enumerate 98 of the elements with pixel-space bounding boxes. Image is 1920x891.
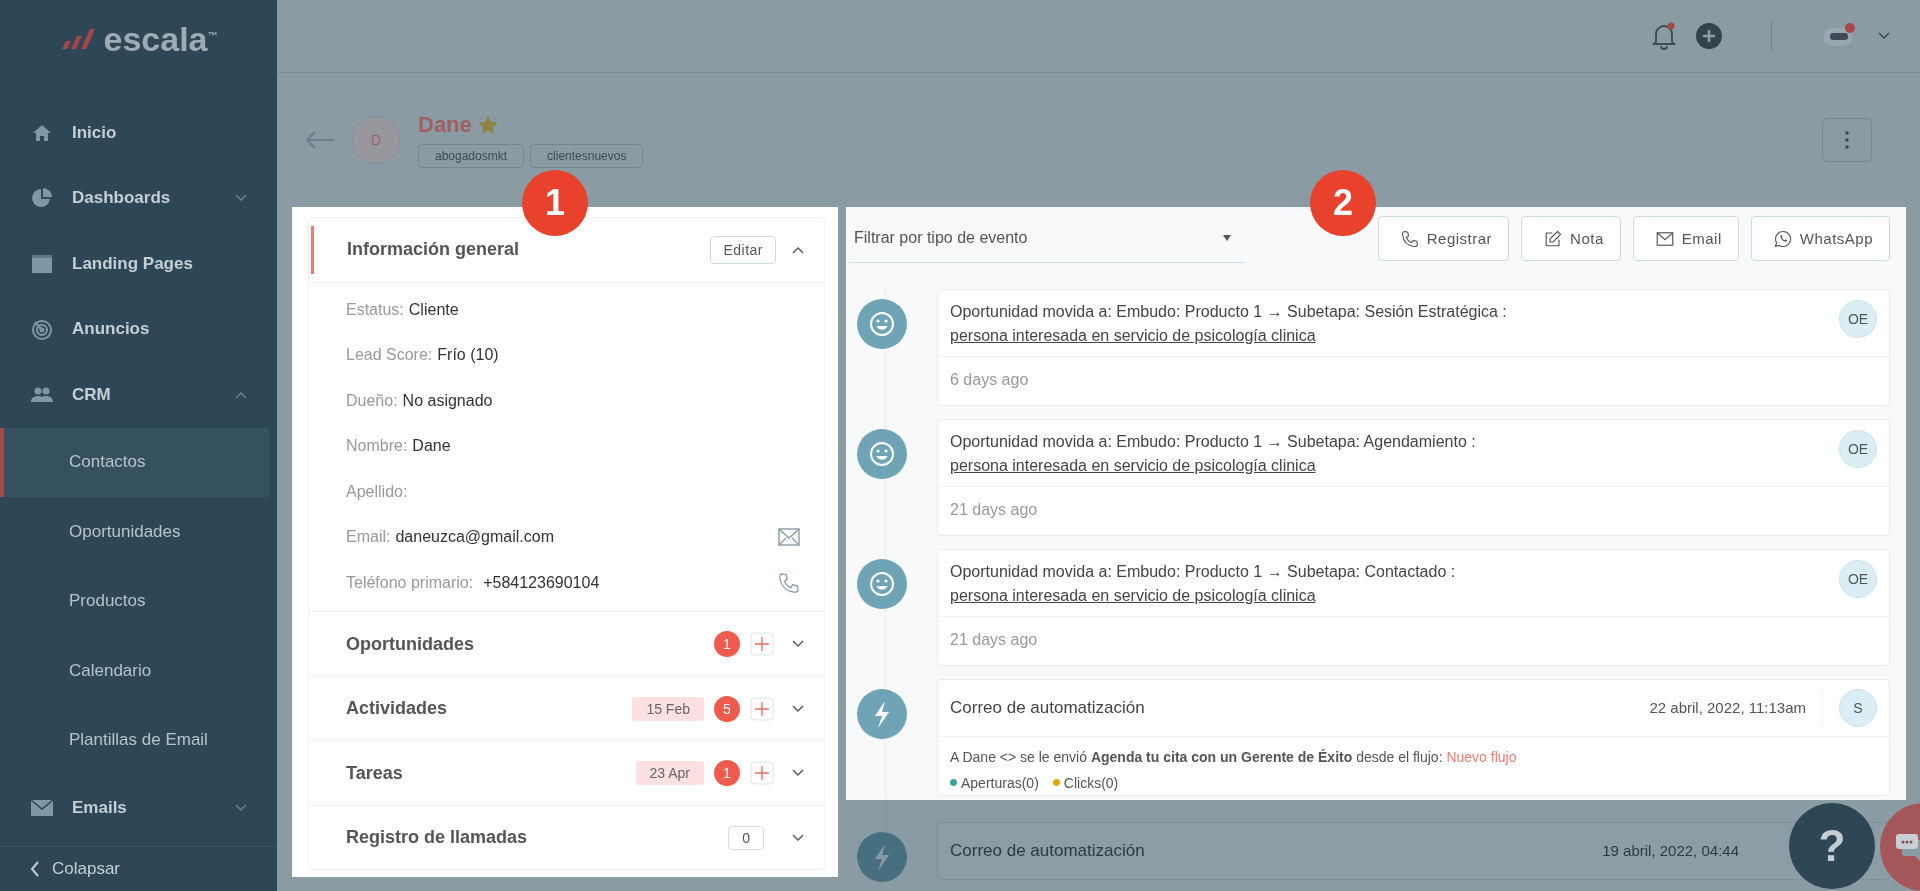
help-button[interactable]: ?	[1789, 803, 1875, 889]
phone-icon[interactable]	[778, 571, 800, 594]
date-pill: 15 Feb	[632, 696, 704, 721]
section-title: Oportunidades	[346, 633, 474, 655]
event-text: A Dane <> se le envió Agenda tu cita con un Gerente de Éxito desde el flujo: Nuevo flujo	[950, 748, 1518, 765]
event-text: Oportunidad movida a: Embudo: Producto 1 → Subetapa: Contactado : persona interesada en servicio de psicología clinica	[950, 561, 1457, 606]
sidebar-subitem[interactable]: Plantillas de Email	[0, 705, 269, 775]
chat-bubble-phone-icon	[1773, 229, 1792, 248]
sidebar-item[interactable]: Inicio	[0, 100, 277, 166]
lightning-icon	[857, 688, 907, 739]
tour-step-badge: 2	[1310, 169, 1376, 236]
envelope-icon[interactable]	[778, 528, 800, 546]
action-button[interactable]: Nota	[1521, 216, 1621, 262]
count-badge: 5	[714, 695, 740, 722]
count-badge: 1	[714, 760, 740, 786]
sidebar-subitem[interactable]: Productos	[0, 566, 269, 636]
stat-label: Aperturas(0)	[961, 774, 1039, 791]
field-label: Apellido:	[346, 482, 408, 501]
action-button[interactable]: Email	[1632, 216, 1739, 262]
field-label: Teléfono primario:	[346, 573, 474, 592]
count-badge: 1	[714, 631, 740, 657]
field-value: Frío (10)	[437, 346, 499, 364]
event-date: 19 abril, 2022, 04:44	[1602, 842, 1739, 860]
logo-bars-icon	[59, 27, 98, 51]
opportunity-link[interactable]: persona interesada en servicio de psicología clinica	[950, 456, 1316, 474]
chat-bubbles-icon	[1894, 832, 1920, 862]
edit-note-icon	[1544, 229, 1563, 248]
event-time: 21 days ago	[949, 629, 1039, 650]
user-initials-avatar: OE	[1839, 429, 1877, 468]
sidebar-subitem[interactable]: Contactos	[0, 427, 269, 497]
tag: abogadosmkt	[418, 143, 525, 168]
field-label: Estatus:	[346, 300, 404, 319]
tour-step-badge: 1	[522, 169, 588, 236]
logo-text: escala$^{™}$	[103, 19, 218, 59]
section-title: Registro de llamadas	[346, 827, 528, 848]
opportunity-link[interactable]: persona interesada en servicio de psicología clinica	[950, 586, 1316, 604]
action-button[interactable]: WhatsApp	[1750, 216, 1890, 262]
smiley-face-icon	[857, 298, 907, 349]
user-initials-avatar: OE	[1839, 559, 1877, 598]
field-value: Cliente	[408, 300, 459, 319]
add-icon[interactable]	[750, 696, 774, 721]
sidebar-subitem[interactable]: Oportunidades	[0, 497, 269, 567]
count-badge: 0	[728, 825, 764, 850]
notification-bell-icon[interactable]	[1651, 21, 1677, 50]
target-icon	[30, 317, 54, 342]
collapse-button[interactable]: Colapsar	[0, 846, 277, 891]
event-date: 22 abril, 2022, 11:13am	[1649, 699, 1806, 717]
section-title: Actividades	[346, 698, 448, 719]
sidebar-item[interactable]: Dashboards	[0, 165, 277, 231]
smiley-face-icon	[857, 428, 907, 479]
section-title: Tareas	[346, 762, 403, 784]
event-title: Correo de automatización	[950, 840, 1145, 861]
user-initials-avatar: OE	[1839, 299, 1877, 338]
field-value: +584123690104	[483, 573, 600, 592]
caret-down-icon	[1223, 235, 1231, 242]
sidebar-item[interactable]: Emails	[0, 775, 277, 841]
section-title: Información general	[347, 239, 521, 261]
event-filter-dropdown[interactable]: Filtrar por tipo de evento	[850, 214, 1245, 263]
add-icon[interactable]	[1695, 21, 1723, 50]
opportunity-link[interactable]: persona interesada en servicio de psicología clinica	[950, 326, 1316, 344]
event-text: Oportunidad movida a: Embudo: Producto 1 → Subetapa: Sesión Estratégica : persona interesada en servicio de psicología clinica	[950, 301, 1508, 346]
stat-label: Clicks(0)	[1063, 774, 1119, 791]
chevron-down-icon[interactable]	[792, 833, 804, 842]
tag: clientesnuevos	[530, 143, 644, 168]
event-time: 6 days ago	[949, 369, 1030, 390]
add-icon[interactable]	[750, 761, 774, 785]
smiley-face-icon	[857, 558, 907, 609]
edit-button[interactable]: Editar	[710, 235, 776, 264]
chevron-up-icon[interactable]	[792, 245, 804, 254]
contact-avatar: D	[352, 115, 400, 164]
action-button[interactable]: Registrar	[1377, 216, 1510, 262]
field-label: Lead Score:	[346, 346, 433, 364]
sidebar-item[interactable]: CRM	[0, 362, 277, 428]
user-initials-avatar: S	[1839, 688, 1877, 727]
field-label: Dueño:	[346, 391, 398, 410]
star-icon[interactable]	[477, 114, 498, 135]
field-label: Email:	[346, 528, 391, 546]
chevron-down-icon[interactable]	[792, 640, 804, 648]
field-value: daneuzca@gmail.com	[395, 528, 554, 546]
kebab-menu-icon	[1845, 130, 1849, 149]
field-label: Nombre:	[346, 437, 408, 455]
field-value: Dane	[412, 437, 451, 455]
event-title: Correo de automatización	[950, 697, 1145, 718]
date-pill: 23 Apr	[635, 761, 704, 785]
add-icon[interactable]	[750, 632, 774, 656]
chevron-left-icon	[30, 861, 40, 877]
chevron-down-icon[interactable]	[792, 769, 804, 777]
sidebar-item[interactable]: Anuncios	[0, 296, 277, 362]
contact-name: Dane	[418, 111, 472, 138]
caret-down-icon[interactable]	[1878, 31, 1890, 40]
envelope-icon	[1655, 231, 1674, 246]
field-value: No asignado	[402, 391, 493, 410]
sidebar-subitem[interactable]: Calendario	[0, 636, 269, 706]
phone-icon	[1400, 229, 1419, 248]
event-text: Oportunidad movida a: Embudo: Producto 1 → Subetapa: Agendamiento : persona interesada en servicio de psicología clinica	[950, 431, 1477, 476]
sidebar-item[interactable]: Landing Pages	[0, 231, 277, 297]
chevron-down-icon[interactable]	[792, 704, 804, 713]
event-time: 21 days ago	[949, 499, 1039, 520]
